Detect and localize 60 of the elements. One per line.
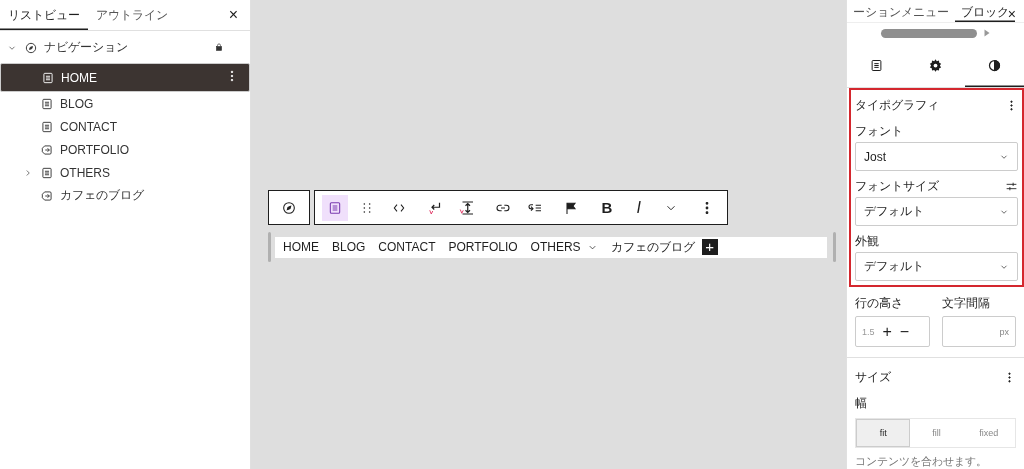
resize-handle[interactable]: [833, 232, 836, 262]
panel-tab[interactable]: ーションメニュー: [847, 7, 955, 22]
item-label: HOME: [61, 70, 97, 85]
list-item[interactable]: HOME: [0, 63, 250, 92]
item-label: PORTFOLIO: [60, 142, 130, 157]
increment-button[interactable]: +: [882, 322, 892, 341]
panel-tab[interactable]: アウトライン: [88, 0, 176, 30]
number-field[interactable]: 1.5 + −: [855, 316, 930, 347]
vertical-spacing-icon: [458, 198, 476, 217]
field-label: 幅: [855, 396, 868, 410]
link-page-icon: [40, 188, 54, 203]
menu-link[interactable]: PORTFOLIO: [448, 240, 518, 254]
link-page-icon: [40, 142, 54, 157]
field-label: 外観: [855, 232, 879, 250]
contrast-icon: [987, 57, 1002, 73]
list-item[interactable]: BLOG: [0, 92, 250, 115]
select-field[interactable]: Jost: [855, 142, 1018, 171]
resize-handle[interactable]: [268, 232, 271, 262]
list-item[interactable]: OTHERS: [0, 161, 250, 184]
menu-link[interactable]: CONTACT: [378, 240, 436, 254]
menu-link[interactable]: BLOG: [332, 240, 366, 254]
list-item[interactable]: CONTACT: [0, 115, 250, 138]
item-label: ナビゲーション: [44, 39, 128, 56]
decrement-button[interactable]: −: [899, 322, 910, 341]
segment-option[interactable]: fit: [856, 419, 911, 447]
field-label: フォント: [855, 122, 903, 140]
field-label: フォントサイズ: [855, 177, 939, 195]
page-icon: [40, 119, 54, 134]
section-title: サイズ: [855, 368, 891, 386]
select-field[interactable]: デフォルト: [855, 197, 1018, 226]
field-label: 文字間隔: [941, 295, 991, 312]
item-label: カフェのブログ: [60, 187, 144, 204]
page-icon: [40, 165, 54, 180]
field-label: 行の高さ: [855, 295, 904, 312]
lock-icon: [214, 41, 224, 52]
list-item[interactable]: ナビゲーション: [0, 36, 250, 59]
input-field[interactable]: px: [941, 316, 1016, 347]
item-label: CONTACT: [60, 119, 118, 134]
compass-icon: [281, 199, 297, 216]
compass-icon: [24, 40, 38, 55]
page-icon: [327, 199, 343, 216]
toolbar-button[interactable]: B: [594, 194, 620, 221]
list-item[interactable]: PORTFOLIO: [0, 138, 250, 161]
menu-link[interactable]: HOME: [283, 240, 319, 254]
item-label: OTHERS: [60, 165, 110, 180]
menu-link[interactable]: カフェのブログ: [610, 238, 695, 256]
page-icon: [869, 57, 884, 73]
menu-link[interactable]: OTHERS: [530, 240, 581, 254]
help-text: コンテンツを合わせます。: [855, 454, 988, 469]
toolbar-button[interactable]: I: [626, 194, 652, 221]
section-title: タイポグラフィ: [855, 96, 939, 114]
page-icon: [41, 70, 55, 85]
add-block-button[interactable]: +: [701, 239, 718, 255]
settings-icon: [928, 57, 943, 73]
item-label: BLOG: [60, 96, 94, 111]
select-field[interactable]: デフォルト: [855, 252, 1018, 281]
page-icon: [40, 96, 54, 111]
list-item[interactable]: カフェのブログ: [0, 184, 250, 207]
close-button[interactable]: ×: [224, 6, 242, 24]
panel-tab[interactable]: リストビュー: [0, 0, 88, 30]
